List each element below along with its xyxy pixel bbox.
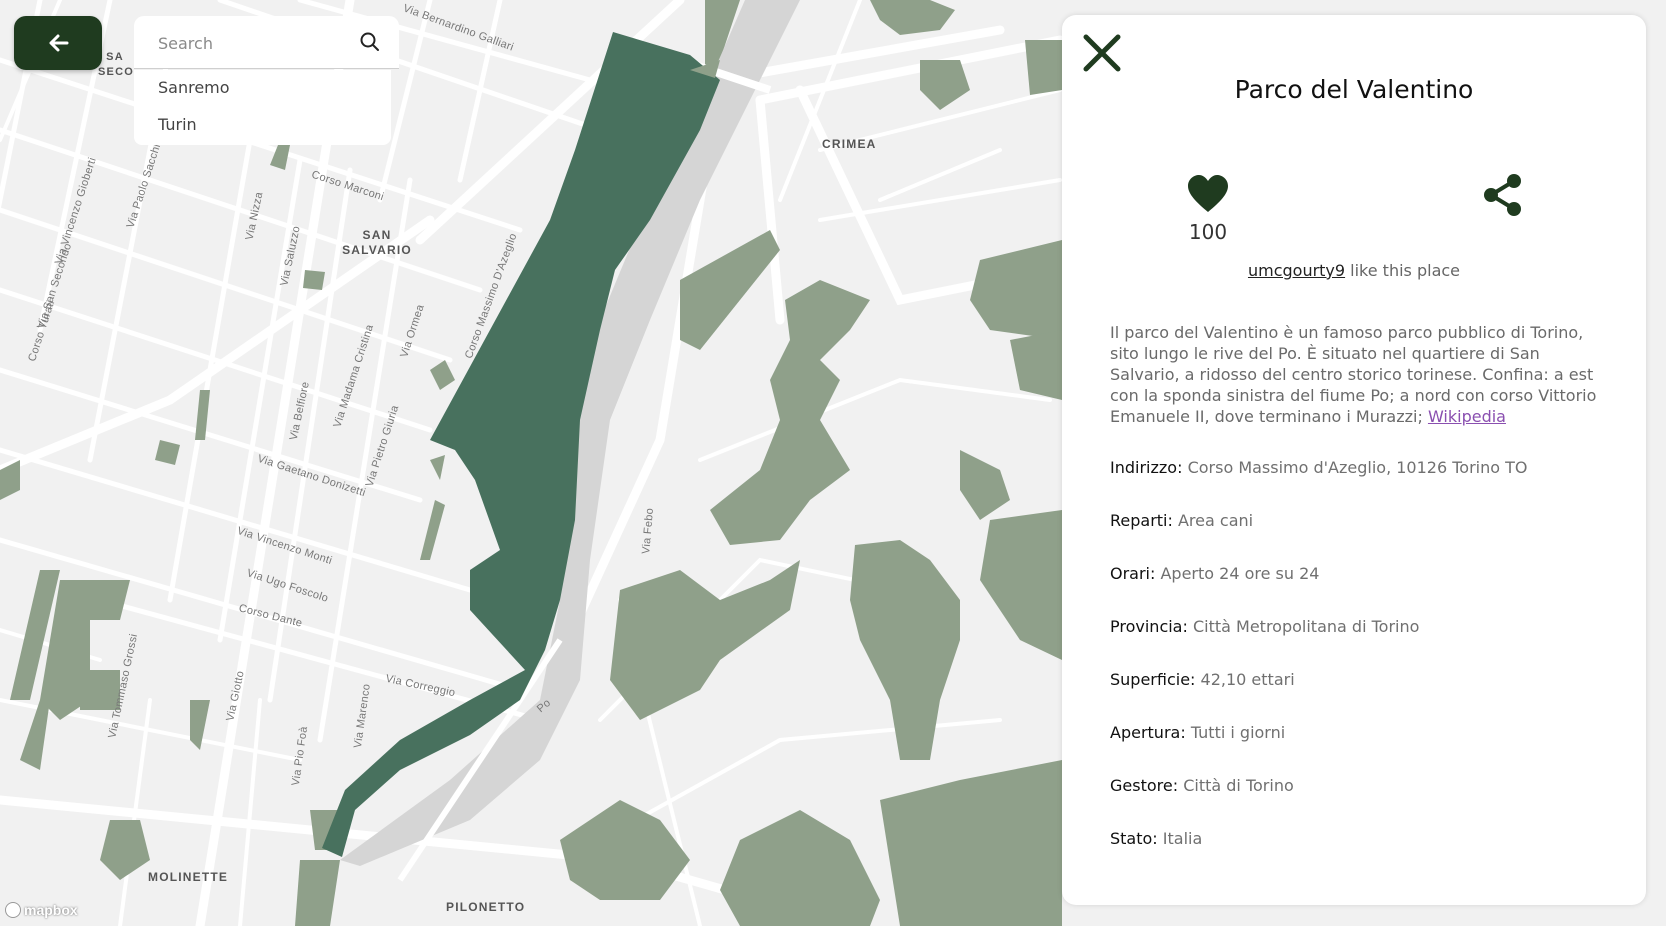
place-detail-panel: Parco del Valentino 100 umcgourty9 like … — [1062, 15, 1646, 905]
field-stato: Stato: Italia — [1110, 829, 1610, 882]
field-label: Stato: — [1110, 829, 1158, 848]
field-gestore: Gestore: Città di Torino — [1110, 776, 1610, 829]
liker-username-link[interactable]: umcgourty9 — [1248, 261, 1345, 280]
wikipedia-link[interactable]: Wikipedia — [1428, 407, 1506, 426]
back-button[interactable] — [14, 16, 102, 70]
heart-icon[interactable] — [1186, 174, 1230, 214]
field-value: Corso Massimo d'Azeglio, 10126 Torino TO — [1187, 458, 1528, 477]
field-orari: Orari: Aperto 24 ore su 24 — [1110, 564, 1610, 617]
field-label: Indirizzo: — [1110, 458, 1183, 477]
field-label: Reparti: — [1110, 511, 1173, 530]
field-value: Italia — [1162, 829, 1203, 848]
place-title: Parco del Valentino — [1234, 75, 1474, 104]
field-superficie: Superficie: 42,10 ettari — [1110, 670, 1610, 723]
field-value: Tutti i giorni — [1190, 723, 1286, 742]
arrow-left-icon — [49, 34, 69, 52]
place-fields: Indirizzo: Corso Massimo d'Azeglio, 1012… — [1110, 458, 1610, 882]
like-count: 100 — [1188, 220, 1228, 244]
district-label: MOLINETTE — [148, 870, 229, 884]
place-description: Il parco del Valentino è un famoso parco… — [1110, 322, 1602, 427]
field-label: Superficie: — [1110, 670, 1196, 689]
search-box — [134, 16, 399, 69]
district-label: PILONETTO — [446, 900, 526, 914]
field-apertura: Apertura: Tutti i giorni — [1110, 723, 1610, 776]
mapbox-icon — [5, 902, 21, 918]
field-value: 42,10 ettari — [1200, 670, 1295, 689]
field-label: Gestore: — [1110, 776, 1179, 795]
share-icon[interactable] — [1482, 173, 1524, 217]
close-icon[interactable] — [1080, 31, 1124, 75]
field-provincia: Provincia: Città Metropolitana di Torino — [1110, 617, 1610, 670]
field-reparti: Reparti: Area cani — [1110, 511, 1610, 564]
district-label: SA SECO — [98, 51, 134, 78]
field-label: Apertura: — [1110, 723, 1186, 742]
field-label: Provincia: — [1110, 617, 1188, 636]
search-input[interactable] — [156, 30, 360, 56]
search-icon[interactable] — [359, 31, 381, 53]
field-value: Area cani — [1177, 511, 1254, 530]
mapbox-label: mapbox — [24, 902, 78, 918]
field-value: Aperto 24 ore su 24 — [1160, 564, 1320, 583]
search-result-item[interactable]: Sanremo — [158, 78, 230, 97]
likers-line: umcgourty9 like this place — [1062, 261, 1646, 280]
field-indirizzo: Indirizzo: Corso Massimo d'Azeglio, 1012… — [1110, 458, 1610, 511]
field-value: Città Metropolitana di Torino — [1192, 617, 1420, 636]
district-label: CRIMEA — [822, 137, 877, 151]
field-label: Orari: — [1110, 564, 1156, 583]
search-result-item[interactable]: Turin — [158, 115, 197, 134]
description-text: Il parco del Valentino è un famoso parco… — [1110, 323, 1597, 426]
search-results: Sanremo Turin — [134, 70, 391, 145]
district-label: SAN SALVARIO — [342, 228, 412, 257]
mapbox-attribution[interactable]: mapbox — [5, 901, 78, 919]
likers-suffix: like this place — [1345, 261, 1461, 280]
field-value: Città di Torino — [1183, 776, 1294, 795]
